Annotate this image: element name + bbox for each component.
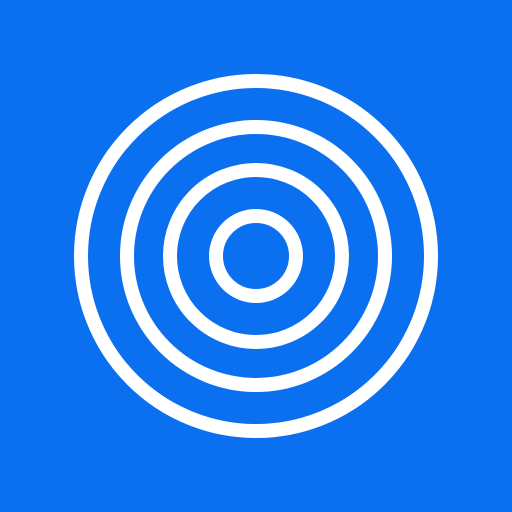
third-ring bbox=[163, 163, 349, 349]
concentric-rings-icon bbox=[74, 74, 438, 438]
app-icon bbox=[0, 0, 512, 512]
inner-ring bbox=[209, 209, 303, 303]
